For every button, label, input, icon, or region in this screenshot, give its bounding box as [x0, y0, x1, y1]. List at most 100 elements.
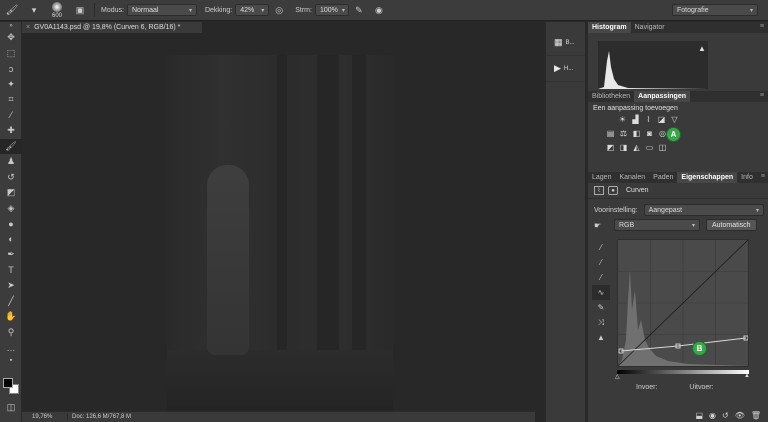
- black-white-icon[interactable]: ◧: [632, 129, 641, 138]
- dekking-field[interactable]: 42% ▾: [235, 4, 270, 16]
- paint-bucket-tool-icon[interactable]: ◈: [0, 201, 22, 217]
- strm-field[interactable]: 100% ▾: [314, 4, 349, 16]
- tab-aanpassingen[interactable]: Aanpassingen: [634, 91, 690, 102]
- panel-menu-icon[interactable]: ≡: [760, 23, 764, 30]
- gradient-map-icon[interactable]: ▭: [645, 143, 654, 152]
- document-image[interactable]: [167, 55, 393, 410]
- brush-tool-icon[interactable]: 🖌: [0, 0, 24, 21]
- brightness-icon[interactable]: ☀: [618, 115, 627, 124]
- threshold-icon[interactable]: ◭: [632, 143, 641, 152]
- eyedropper-tool-icon[interactable]: ⁄: [0, 108, 22, 124]
- color-swatches[interactable]: [3, 378, 19, 394]
- tab-bibliotheken[interactable]: Bibliotheken: [588, 91, 634, 102]
- tab-paden[interactable]: Paden: [649, 172, 677, 183]
- clip-to-layer-icon[interactable]: ⬓: [695, 411, 703, 420]
- tab-histogram[interactable]: Histogram: [588, 22, 631, 33]
- white-slider-icon[interactable]: ▲: [744, 373, 750, 379]
- history-brush-tool-icon[interactable]: ↺: [0, 170, 22, 186]
- brush-tool-icon[interactable]: 🖌: [0, 138, 22, 154]
- hue-saturation-icon[interactable]: ▤: [606, 129, 615, 138]
- auto-button[interactable]: Automatisch: [706, 219, 757, 231]
- line-tool-icon[interactable]: ╱: [0, 294, 22, 310]
- black-slider-icon[interactable]: △: [615, 373, 620, 380]
- more-tools-icon[interactable]: …: [0, 340, 22, 356]
- play-icon: ▶: [554, 63, 561, 73]
- blur-tool-icon[interactable]: ●: [0, 216, 22, 232]
- invert-icon[interactable]: ◩: [606, 143, 615, 152]
- view-previous-icon[interactable]: ◉: [709, 411, 716, 420]
- quick-mask-icon[interactable]: ◫: [0, 400, 22, 416]
- mask-icon[interactable]: ●: [608, 186, 618, 195]
- zoom-level[interactable]: 19,76%: [22, 414, 67, 420]
- levels-icon[interactable]: ▟: [631, 115, 640, 124]
- dock-item-layer-comps[interactable]: ▦ B...: [546, 30, 585, 56]
- eraser-tool-icon[interactable]: ◩: [0, 185, 22, 201]
- tab-info[interactable]: Info: [737, 172, 757, 183]
- clone-stamp-tool-icon[interactable]: ♟: [0, 154, 22, 170]
- posterize-icon[interactable]: ◨: [619, 143, 628, 152]
- channel-mixer-icon[interactable]: ◎: [658, 129, 667, 138]
- curves-adjustment-icon[interactable]: ⌇: [594, 186, 604, 195]
- airbrush-icon[interactable]: ✎: [352, 3, 366, 17]
- dodge-tool-icon[interactable]: ◐: [0, 232, 22, 248]
- figure-silhouette: [207, 165, 249, 355]
- pressure-size-icon[interactable]: ◉: [372, 3, 386, 17]
- histogram-graph: [598, 41, 708, 89]
- curve-points-icon[interactable]: ∿: [592, 285, 610, 300]
- quick-select-tool-icon[interactable]: ✦: [0, 77, 22, 93]
- tab-kanalen[interactable]: Kanalen: [615, 172, 649, 183]
- reset-icon[interactable]: ↺: [722, 411, 729, 420]
- target-adjust-icon[interactable]: ☛: [594, 221, 608, 230]
- path-select-tool-icon[interactable]: ➤: [0, 278, 22, 294]
- pen-tool-icon[interactable]: ✒: [0, 247, 22, 263]
- channel-select[interactable]: RGB ▾: [614, 219, 700, 231]
- dock-item-actions[interactable]: ▶ H...: [546, 56, 585, 82]
- type-tool-icon[interactable]: T: [0, 263, 22, 279]
- move-tool-icon[interactable]: ✥: [0, 30, 22, 46]
- curves-graph[interactable]: [617, 239, 749, 367]
- color-balance-icon[interactable]: ⚖: [619, 129, 628, 138]
- crop-tool-icon[interactable]: ⌗: [0, 92, 22, 108]
- close-icon[interactable]: ×: [26, 24, 30, 31]
- modus-select[interactable]: Normaal ▾: [126, 4, 197, 16]
- toolbar-collapse-icon[interactable]: »: [0, 22, 22, 30]
- curves-icon[interactable]: ⌇: [644, 115, 653, 124]
- properties-panel: Lagen Kanalen Paden Eigenschappen Info ≡…: [588, 172, 768, 422]
- visibility-icon[interactable]: 👁: [735, 411, 745, 420]
- panel-menu-icon[interactable]: ≡: [760, 92, 764, 99]
- healing-brush-tool-icon[interactable]: ✚: [0, 123, 22, 139]
- tab-navigator[interactable]: Navigator: [631, 22, 669, 33]
- default-colors-icon[interactable]: ▪: [0, 356, 22, 366]
- black-point-eyedropper-icon[interactable]: ⁄: [592, 240, 610, 255]
- dekking-value: 42%: [240, 6, 255, 14]
- smooth-icon[interactable]: ⤨: [592, 315, 610, 330]
- white-point-eyedropper-icon[interactable]: ⁄: [592, 270, 610, 285]
- tab-lagen[interactable]: Lagen: [588, 172, 615, 183]
- lasso-tool-icon[interactable]: ↄ: [0, 61, 22, 77]
- brush-panel-icon[interactable]: ▣: [73, 3, 87, 17]
- canvas-area[interactable]: [22, 33, 535, 411]
- pencil-icon[interactable]: ✎: [592, 300, 610, 315]
- brush-size: 600: [51, 12, 62, 19]
- photo-filter-icon[interactable]: ◙: [645, 129, 654, 138]
- delete-icon[interactable]: 🗑: [751, 411, 761, 420]
- brush-preset-picker[interactable]: 600: [44, 0, 70, 21]
- foreground-color[interactable]: [3, 378, 13, 388]
- vibrance-icon[interactable]: ▽: [670, 115, 679, 124]
- panel-menu-icon[interactable]: ≡: [761, 173, 765, 180]
- hand-tool-icon[interactable]: ✋: [0, 309, 22, 325]
- pressure-opacity-icon[interactable]: ◎: [272, 3, 286, 17]
- chevron-down-icon[interactable]: ▾: [27, 3, 41, 17]
- zoom-tool-icon[interactable]: ⚲: [0, 325, 22, 341]
- preset-select[interactable]: Aangepast ▾: [643, 204, 764, 216]
- gray-point-eyedropper-icon[interactable]: ⁄: [592, 255, 610, 270]
- clipping-warning-icon[interactable]: ▲: [592, 330, 610, 345]
- status-bar: 19,76% Doc: 126,6 M/767,8 M: [22, 411, 535, 422]
- tab-eigenschappen[interactable]: Eigenschappen: [677, 172, 738, 183]
- exposure-icon[interactable]: ◪: [657, 115, 666, 124]
- marquee-tool-icon[interactable]: ⬚: [0, 46, 22, 62]
- document-tab[interactable]: × GV0A1143.psd @ 19,8% (Curven 6, RGB/16…: [22, 22, 202, 33]
- warning-icon[interactable]: ▲: [698, 44, 706, 53]
- selective-color-icon[interactable]: ◫: [658, 143, 667, 152]
- workspace-select[interactable]: Fotografie ▾: [672, 4, 758, 16]
